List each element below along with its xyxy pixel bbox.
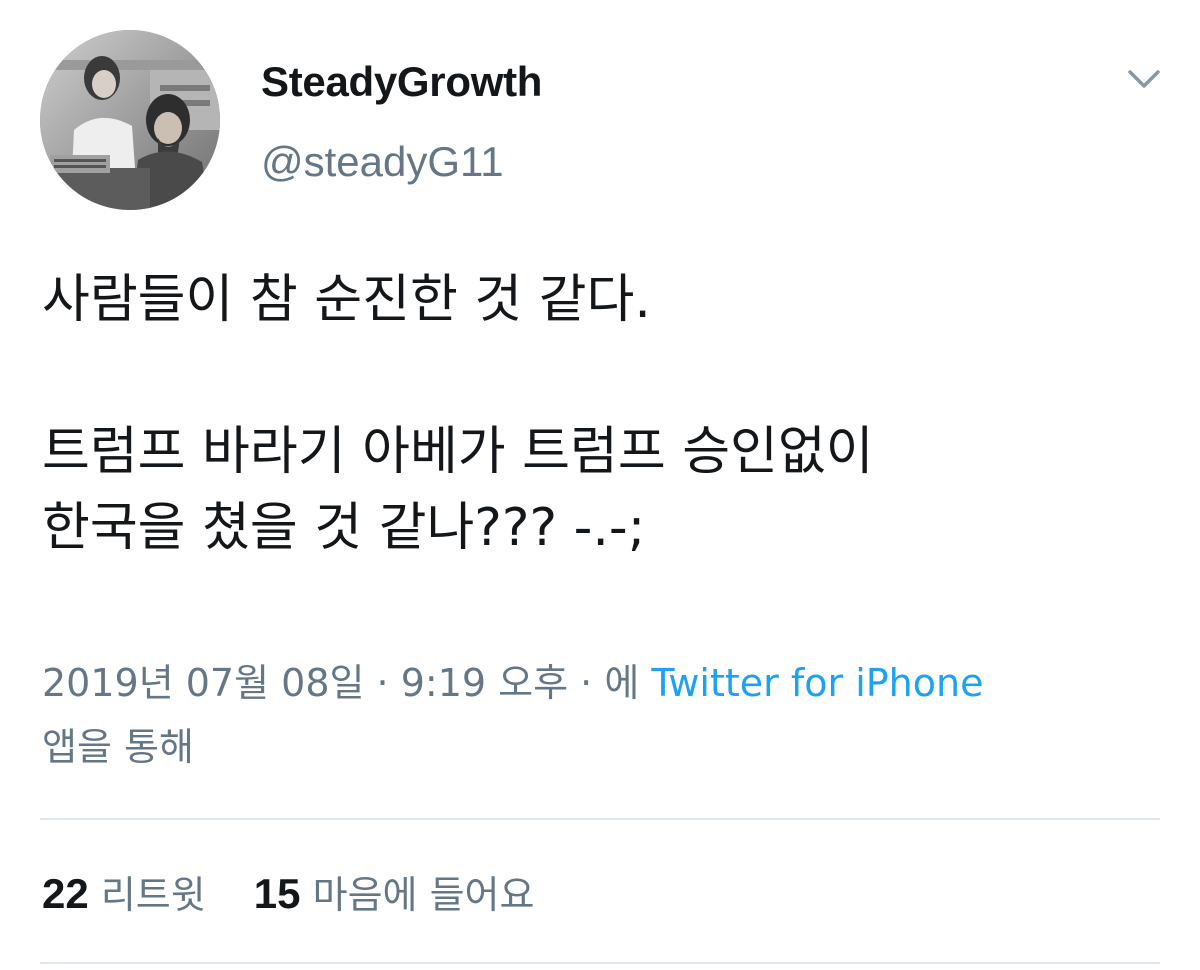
likes-count: 15 — [253, 870, 301, 917]
user-handle[interactable]: @steadyG11 — [261, 134, 504, 190]
tweet-time[interactable]: 9:19 오후 — [401, 661, 568, 705]
tweet-paragraph: 사람들이 참 순진한 것 같다. — [42, 270, 651, 330]
divider — [40, 962, 1160, 964]
divider — [40, 818, 1160, 820]
retweets-label: 리트윗 — [100, 873, 206, 917]
avatar[interactable] — [40, 30, 220, 210]
avatar-photo-icon — [40, 30, 220, 210]
tweet-date[interactable]: 2019년 07월 08일 — [42, 661, 364, 705]
retweets-stat[interactable]: 22 리트윗 — [42, 870, 206, 917]
likes-stat[interactable]: 15 마음에 들어요 — [253, 870, 535, 917]
source-suffix: 앱을 통해 — [42, 725, 194, 769]
source-prefix: 에 — [604, 661, 640, 705]
likes-label: 마음에 들어요 — [312, 873, 535, 917]
retweets-count: 22 — [42, 870, 89, 917]
source-link[interactable]: Twitter for iPhone — [651, 661, 983, 705]
tweet-stats: 22 리트윗 15 마음에 들어요 — [42, 862, 570, 927]
tweet-metadata: 2019년 07월 08일 · 9:19 오후 · 에 Twitter for … — [42, 651, 1172, 779]
display-name[interactable]: SteadyGrowth — [261, 54, 542, 110]
meta-separator: · — [376, 661, 389, 705]
meta-separator: · — [580, 661, 593, 705]
tweet-paragraph: 트럼프 바라기 아베가 트럼프 승인없이 한국을 쳤을 것 같나??? -.-; — [42, 422, 874, 558]
tweet-text: 사람들이 참 순진한 것 같다. 트럼프 바라기 아베가 트럼프 승인없이 한국… — [42, 262, 1162, 566]
chevron-down-icon[interactable] — [1124, 62, 1164, 94]
